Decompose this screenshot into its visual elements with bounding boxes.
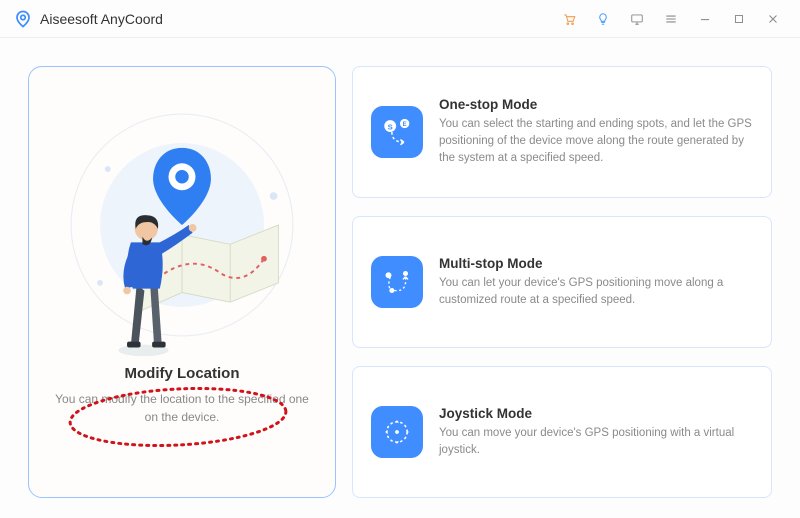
one-stop-mode-icon: S E <box>371 106 423 158</box>
mode-desc: You can let your device's GPS positionin… <box>439 275 753 308</box>
mode-list: S E One-stop Mode You can select the sta… <box>352 66 772 498</box>
svg-text:E: E <box>403 122 407 128</box>
mode-title: One-stop Mode <box>439 97 753 112</box>
app-logo-icon <box>14 10 32 28</box>
minimize-icon <box>698 12 712 26</box>
help-button[interactable] <box>586 0 620 38</box>
minimize-button[interactable] <box>688 0 722 38</box>
main-content: Modify Location You can modify the locat… <box>0 38 800 518</box>
mode-title: Joystick Mode <box>439 406 753 421</box>
lightbulb-icon <box>596 12 610 26</box>
close-icon <box>766 12 780 26</box>
mode-desc: You can move your device's GPS positioni… <box>439 425 753 458</box>
modify-location-caption: Modify Location You can modify the locat… <box>47 365 317 426</box>
modify-location-illustration <box>47 85 317 365</box>
svg-text:S: S <box>388 122 393 131</box>
mode-title: Multi-stop Mode <box>439 256 753 271</box>
menu-button[interactable] <box>654 0 688 38</box>
multi-stop-mode-card[interactable]: Multi-stop Mode You can let your device'… <box>352 216 772 348</box>
modify-location-card[interactable]: Modify Location You can modify the locat… <box>28 66 336 498</box>
feedback-button[interactable] <box>620 0 654 38</box>
joystick-mode-icon <box>371 406 423 458</box>
modify-location-title: Modify Location <box>47 365 317 382</box>
menu-icon <box>664 12 678 26</box>
one-stop-mode-card[interactable]: S E One-stop Mode You can select the sta… <box>352 66 772 198</box>
cart-button[interactable] <box>552 0 586 38</box>
modify-location-desc: You can modify the location to the speci… <box>47 390 317 426</box>
cart-icon <box>562 12 576 26</box>
maximize-button[interactable] <box>722 0 756 38</box>
multi-stop-mode-icon <box>371 256 423 308</box>
app-title: Aiseesoft AnyCoord <box>40 11 163 27</box>
close-button[interactable] <box>756 0 790 38</box>
maximize-icon <box>732 12 746 26</box>
titlebar: Aiseesoft AnyCoord <box>0 0 800 38</box>
joystick-mode-card[interactable]: Joystick Mode You can move your device's… <box>352 366 772 498</box>
screen-icon <box>630 12 644 26</box>
mode-desc: You can select the starting and ending s… <box>439 116 753 166</box>
brand: Aiseesoft AnyCoord <box>14 10 163 28</box>
